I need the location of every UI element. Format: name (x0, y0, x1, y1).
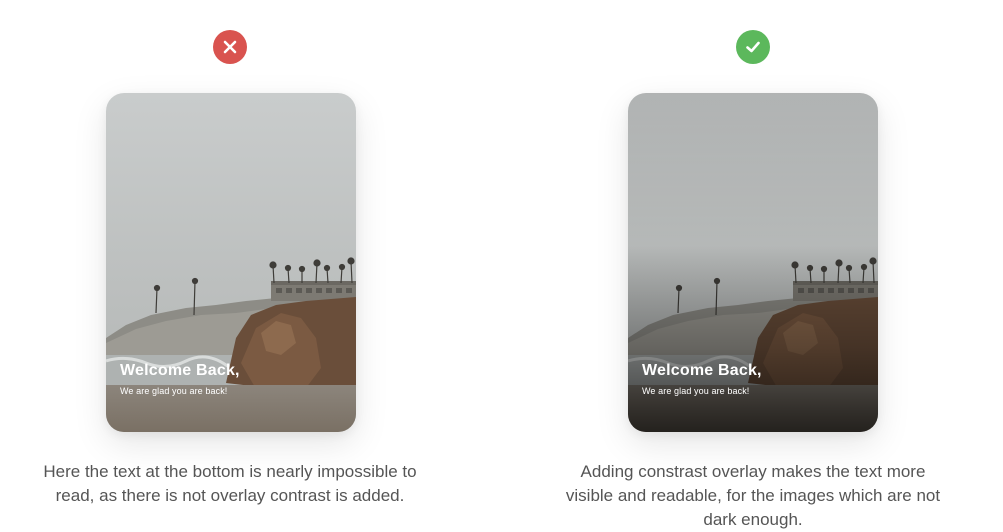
card-title: Welcome Back, (120, 362, 240, 379)
card-title: Welcome Back, (642, 362, 762, 379)
card-with-overlay: Welcome Back, We are glad you are back! (628, 93, 878, 432)
caption-with-overlay: Adding constrast overlay makes the text … (565, 462, 941, 529)
contrast-overlay (628, 93, 878, 432)
card-subtitle: We are glad you are back! (120, 386, 228, 396)
error-badge (213, 30, 247, 64)
card-without-overlay: Welcome Back, We are glad you are back! (106, 93, 356, 432)
close-icon (223, 40, 237, 54)
success-badge (736, 30, 770, 64)
card-subtitle: We are glad you are back! (642, 386, 750, 396)
beach-photo (106, 93, 356, 432)
check-icon (746, 41, 760, 53)
caption-without-overlay: Here the text at the bottom is nearly im… (43, 462, 417, 505)
